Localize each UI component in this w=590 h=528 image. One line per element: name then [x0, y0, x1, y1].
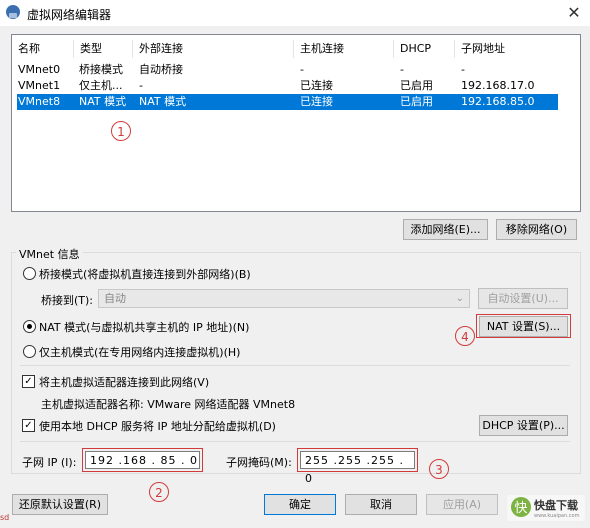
table-row-selected[interactable]: VMnet8 NAT 模式 NAT 模式 已连接 已启用 192.168.85.…: [17, 94, 558, 110]
nat-mode-label: NAT 模式(与虚拟机共享主机的 IP 地址)(N): [39, 321, 250, 334]
annotation-1: 1: [111, 121, 131, 141]
annotation-4: 4: [455, 326, 475, 346]
cancel-button[interactable]: 取消: [345, 494, 417, 515]
remove-network-button[interactable]: 移除网络(O): [496, 219, 577, 240]
nat-settings-button[interactable]: NAT 设置(S)...: [479, 316, 568, 337]
subnet-mask-input[interactable]: 255 .255 .255 . 0: [300, 451, 415, 485]
cell-type: 仅主机...: [79, 79, 123, 92]
bridge-mode-label: 桥接模式(将虚拟机直接连接到外部网络)(B): [39, 268, 251, 281]
annotation-3: 3: [429, 459, 449, 479]
cell-subnet: 192.168.85.0: [461, 95, 535, 108]
group-title: VMnet 信息: [16, 246, 83, 262]
column-header-external[interactable]: 外部连接: [133, 40, 294, 58]
corner-text: sd: [0, 513, 10, 522]
dhcp-settings-button[interactable]: DHCP 设置(P)...: [479, 415, 568, 436]
column-header-dhcp[interactable]: DHCP: [394, 40, 455, 58]
connect-adapter-checkbox[interactable]: ✓: [22, 375, 35, 388]
vmware-network-icon: [6, 5, 20, 19]
adapter-name-label: 主机虚拟适配器名称: VMware 网络适配器 VMnet8: [41, 398, 296, 411]
title-bar: 虚拟网络编辑器 ✕: [0, 0, 590, 26]
network-list[interactable]: 名称 类型 外部连接 主机连接 DHCP 子网地址 VMnet0 桥接模式 自动…: [11, 34, 581, 212]
cell-host: -: [300, 63, 304, 76]
cell-name: VMnet1: [18, 79, 61, 92]
cell-external: -: [139, 79, 143, 92]
cell-host: 已连接: [300, 95, 333, 108]
close-icon[interactable]: ✕: [560, 2, 588, 24]
cell-external: 自动桥接: [139, 63, 183, 76]
cell-external: NAT 模式: [139, 95, 187, 108]
use-dhcp-checkbox[interactable]: ✓: [22, 419, 35, 432]
cell-subnet: 192.168.17.0: [461, 79, 535, 92]
subnet-ip-input[interactable]: 192 .168 . 85 . 0: [85, 451, 200, 469]
cell-subnet: -: [461, 63, 465, 76]
column-header-type[interactable]: 类型: [74, 40, 133, 58]
bridge-mode-radio[interactable]: [23, 267, 36, 280]
annotation-2: 2: [149, 482, 169, 502]
cell-name: VMnet0: [18, 63, 61, 76]
table-row[interactable]: VMnet0 桥接模式 自动桥接 - - -: [17, 62, 558, 78]
auto-settings-button[interactable]: 自动设置(U)...: [478, 288, 568, 309]
column-header-name[interactable]: 名称: [12, 40, 74, 58]
cell-dhcp: 已启用: [400, 95, 433, 108]
column-header-subnet[interactable]: 子网地址: [455, 40, 555, 58]
watermark-sub: www.kuaipan.com: [534, 513, 580, 519]
subnet-mask-label: 子网掩码(M):: [226, 456, 292, 469]
window-title: 虚拟网络编辑器: [27, 8, 112, 22]
use-dhcp-label: 使用本地 DHCP 服务将 IP 地址分配给虚拟机(D): [39, 420, 276, 433]
watermark-logo: 快 快盘下载 www.kuaipan.com 帮助: [505, 491, 590, 525]
cell-type: NAT 模式: [79, 95, 127, 108]
bridge-to-label: 桥接到(T):: [41, 294, 94, 307]
cell-dhcp: 已启用: [400, 79, 433, 92]
chevron-down-icon: ⌄: [455, 293, 464, 304]
host-only-radio[interactable]: [23, 345, 36, 358]
table-row[interactable]: VMnet1 仅主机... - 已连接 已启用 192.168.17.0: [17, 78, 558, 94]
subnet-ip-label: 子网 IP (I):: [22, 456, 77, 469]
apply-button[interactable]: 应用(A): [426, 494, 498, 515]
bridge-to-select[interactable]: 自动 ⌄: [98, 289, 470, 308]
bridge-to-value: 自动: [104, 292, 126, 305]
column-header-host[interactable]: 主机连接: [294, 40, 394, 58]
cell-type: 桥接模式: [79, 63, 123, 76]
add-network-button[interactable]: 添加网络(E)...: [403, 219, 488, 240]
cell-host: 已连接: [300, 79, 333, 92]
connect-adapter-label: 将主机虚拟适配器连接到此网络(V): [39, 376, 210, 389]
divider: [20, 441, 570, 442]
host-only-label: 仅主机模式(在专用网络内连接虚拟机)(H): [39, 346, 241, 359]
restore-defaults-button[interactable]: 还原默认设置(R): [12, 494, 108, 515]
cell-dhcp: -: [400, 63, 404, 76]
nat-mode-radio[interactable]: [23, 320, 36, 333]
cell-name: VMnet8: [18, 95, 61, 108]
watermark-text: 快盘下载: [534, 499, 578, 512]
svg-text:快: 快: [514, 501, 527, 516]
divider: [20, 365, 570, 366]
ok-button[interactable]: 确定: [264, 494, 336, 515]
